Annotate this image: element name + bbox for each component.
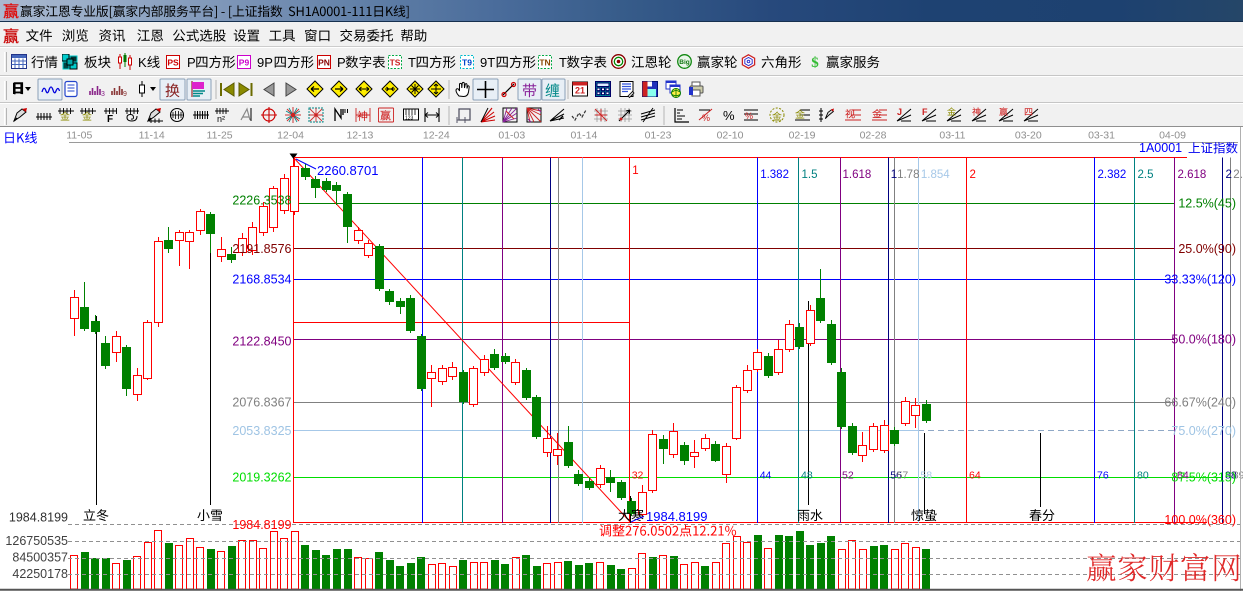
svg-text:44: 44 — [760, 470, 772, 482]
svg-text:2.: 2. — [1233, 169, 1243, 181]
svg-text:12-24: 12-24 — [423, 130, 450, 142]
svg-text:11-25: 11-25 — [207, 130, 233, 142]
svg-text:9T: 9T — [480, 55, 495, 70]
svg-text:01-23: 01-23 — [645, 130, 672, 142]
svg-text:126750535: 126750535 — [5, 534, 68, 548]
svg-text:80: 80 — [1137, 470, 1149, 482]
svg-text:11-05: 11-05 — [66, 130, 92, 142]
svg-text:1.854: 1.854 — [921, 169, 950, 181]
svg-text:2019.3262: 2019.3262 — [232, 471, 291, 485]
svg-text:33.33%(120): 33.33%(120) — [1164, 273, 1236, 287]
svg-text:K: K — [138, 55, 147, 70]
svg-text:03-20: 03-20 — [1015, 130, 1042, 142]
svg-text:2226.3538: 2226.3538 — [232, 194, 291, 208]
svg-text:T: T — [408, 55, 416, 70]
svg-text:J: J — [897, 107, 902, 117]
svg-text:58: 58 — [920, 470, 932, 482]
svg-text:2.5: 2.5 — [1138, 169, 1154, 181]
svg-text:1.618: 1.618 — [843, 169, 872, 181]
svg-text:02-10: 02-10 — [717, 130, 744, 142]
svg-text:2076.8367: 2076.8367 — [232, 396, 291, 410]
svg-text:75.0%(270): 75.0%(270) — [1171, 424, 1236, 438]
svg-text:2: 2 — [970, 169, 976, 181]
svg-text:57: 57 — [897, 470, 909, 482]
svg-text:02-19: 02-19 — [789, 130, 816, 142]
svg-text:1.78: 1.78 — [897, 169, 919, 181]
svg-text:01-14: 01-14 — [570, 130, 597, 142]
svg-text:2.382: 2.382 — [1098, 169, 1127, 181]
svg-text:1984.8199: 1984.8199 — [646, 509, 707, 524]
svg-text:2.618: 2.618 — [1178, 169, 1207, 181]
svg-text:66.67%(240): 66.67%(240) — [1164, 396, 1236, 410]
svg-text:F: F — [922, 107, 928, 117]
svg-text:12-04: 12-04 — [277, 130, 304, 142]
svg-text:76: 76 — [1097, 470, 1109, 482]
svg-text:12-13: 12-13 — [346, 130, 373, 142]
svg-text:11-14: 11-14 — [139, 130, 165, 142]
svg-text:3: 3 — [101, 91, 105, 98]
svg-text:9: 9 — [123, 91, 127, 98]
svg-text:01-03: 01-03 — [498, 130, 525, 142]
svg-text:12.5%(45): 12.5%(45) — [1178, 197, 1236, 211]
svg-text:32: 32 — [632, 470, 644, 482]
svg-text:1984.8199: 1984.8199 — [232, 518, 291, 532]
svg-text:2191.8576: 2191.8576 — [232, 242, 291, 256]
svg-text:48: 48 — [801, 470, 813, 482]
svg-text:1.382: 1.382 — [760, 169, 789, 181]
svg-text:1.5: 1.5 — [802, 169, 818, 181]
svg-text:P: P — [337, 55, 346, 70]
svg-text:1A0001: 1A0001 — [1139, 141, 1182, 155]
svg-text:42250178: 42250178 — [12, 567, 68, 581]
svg-text:03-31: 03-31 — [1088, 130, 1115, 142]
svg-text:123: 123 — [405, 116, 414, 122]
svg-text:2: 2 — [1226, 169, 1232, 181]
svg-text:2260.8701: 2260.8701 — [317, 163, 378, 178]
svg-text:52: 52 — [842, 470, 854, 482]
svg-text:T: T — [559, 55, 567, 70]
svg-text:2122.8450: 2122.8450 — [232, 335, 291, 349]
svg-text:F: F — [107, 114, 113, 125]
svg-text:02-28: 02-28 — [860, 130, 887, 142]
svg-text:%: % — [723, 108, 735, 123]
svg-text:P: P — [187, 55, 196, 70]
svg-text:2168.8534: 2168.8534 — [232, 273, 291, 287]
svg-text:50.0%(180): 50.0%(180) — [1171, 333, 1236, 347]
svg-text:1984.8199: 1984.8199 — [9, 511, 68, 525]
svg-text:%: % — [702, 113, 710, 123]
svg-text:100.0%(360): 100.0%(360) — [1164, 513, 1236, 527]
svg-text:25.0%(90): 25.0%(90) — [1178, 242, 1236, 256]
svg-text:84500357: 84500357 — [12, 551, 68, 565]
svg-text:04-09: 04-09 — [1159, 130, 1186, 142]
svg-text:9P: 9P — [257, 55, 273, 70]
svg-text:1: 1 — [632, 165, 638, 177]
svg-text:21: 21 — [575, 86, 585, 96]
svg-text:%: % — [745, 111, 753, 121]
svg-text:03-11: 03-11 — [939, 130, 965, 142]
svg-text:64: 64 — [969, 470, 981, 482]
svg-text:n²: n² — [217, 114, 225, 124]
svg-text:87.5%(315): 87.5%(315) — [1171, 471, 1236, 485]
svg-text:2053.8325: 2053.8325 — [232, 424, 291, 438]
